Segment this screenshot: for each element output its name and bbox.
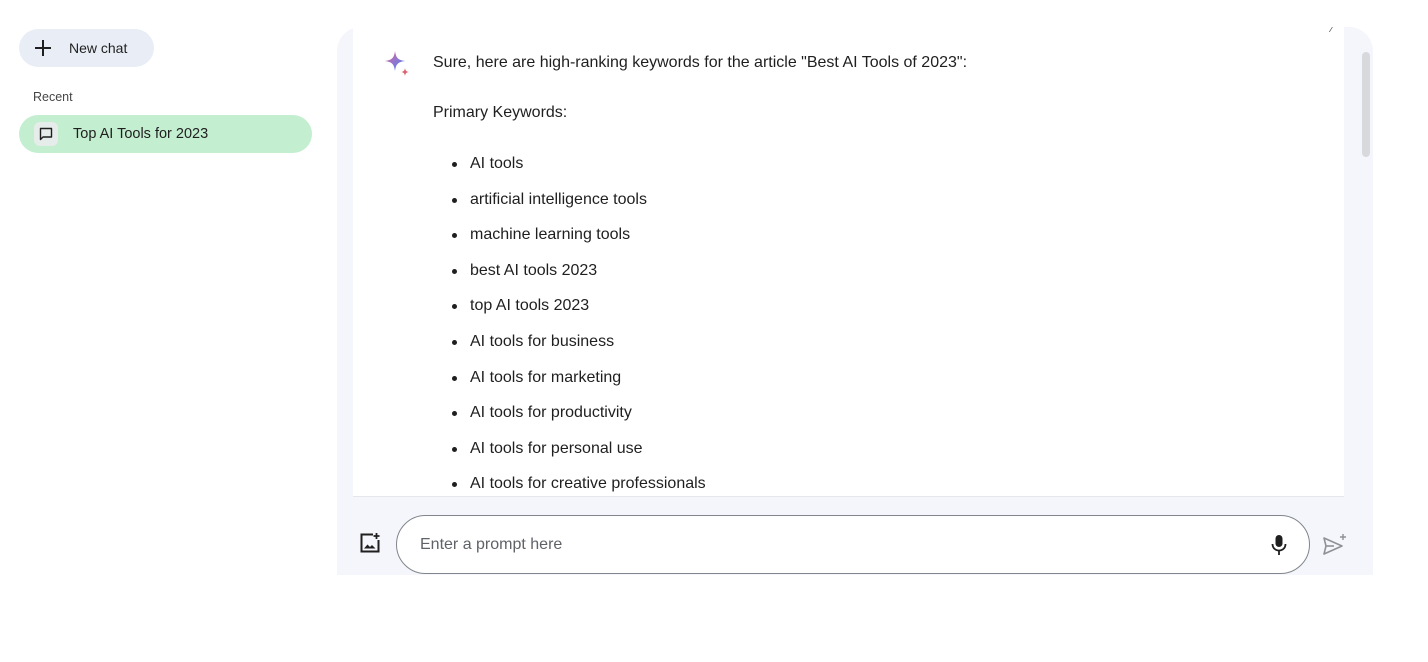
- new-chat-button[interactable]: New chat: [19, 29, 154, 67]
- recent-chat-label: Top AI Tools for 2023: [73, 126, 209, 142]
- response-intro: Sure, here are high-ranking keywords for…: [433, 54, 968, 71]
- keyword-item: AI tools for personal use: [452, 431, 706, 467]
- microphone-icon[interactable]: [1267, 533, 1291, 557]
- chat-bubble-icon: [34, 122, 58, 146]
- keyword-item: AI tools for creative professionals: [452, 466, 706, 496]
- recent-chat-item[interactable]: Top AI Tools for 2023: [19, 115, 312, 153]
- keyword-item: AI tools for business: [452, 324, 706, 360]
- sparkle-icon: [385, 51, 409, 76]
- keyword-item: best AI tools 2023: [452, 253, 706, 289]
- recent-heading: Recent: [33, 90, 73, 104]
- image-upload-icon[interactable]: [359, 532, 381, 554]
- prompt-input[interactable]: [418, 528, 1267, 561]
- send-icon[interactable]: [1322, 532, 1348, 558]
- chat-panel: ⁄ Sure, here are high-ranking keywords f…: [337, 27, 1373, 575]
- prompt-box: [396, 515, 1310, 574]
- new-chat-label: New chat: [69, 40, 128, 56]
- keyword-item: AI tools for marketing: [452, 360, 706, 396]
- keyword-list: AI tools artificial intelligence tools m…: [433, 146, 706, 496]
- scrollbar[interactable]: [1359, 27, 1371, 496]
- plus-icon: [35, 40, 51, 56]
- keyword-item: AI tools for productivity: [452, 395, 706, 431]
- keyword-item: machine learning tools: [452, 217, 706, 253]
- keyword-item: artificial intelligence tools: [452, 182, 706, 218]
- keyword-item: top AI tools 2023: [452, 288, 706, 324]
- conversation-scroll-area[interactable]: ⁄ Sure, here are high-ranking keywords f…: [353, 27, 1344, 497]
- partial-icon: ⁄: [1331, 27, 1333, 35]
- response-heading: Primary Keywords:: [433, 104, 568, 121]
- scrollbar-thumb[interactable]: [1362, 52, 1370, 157]
- keyword-item: AI tools: [452, 146, 706, 182]
